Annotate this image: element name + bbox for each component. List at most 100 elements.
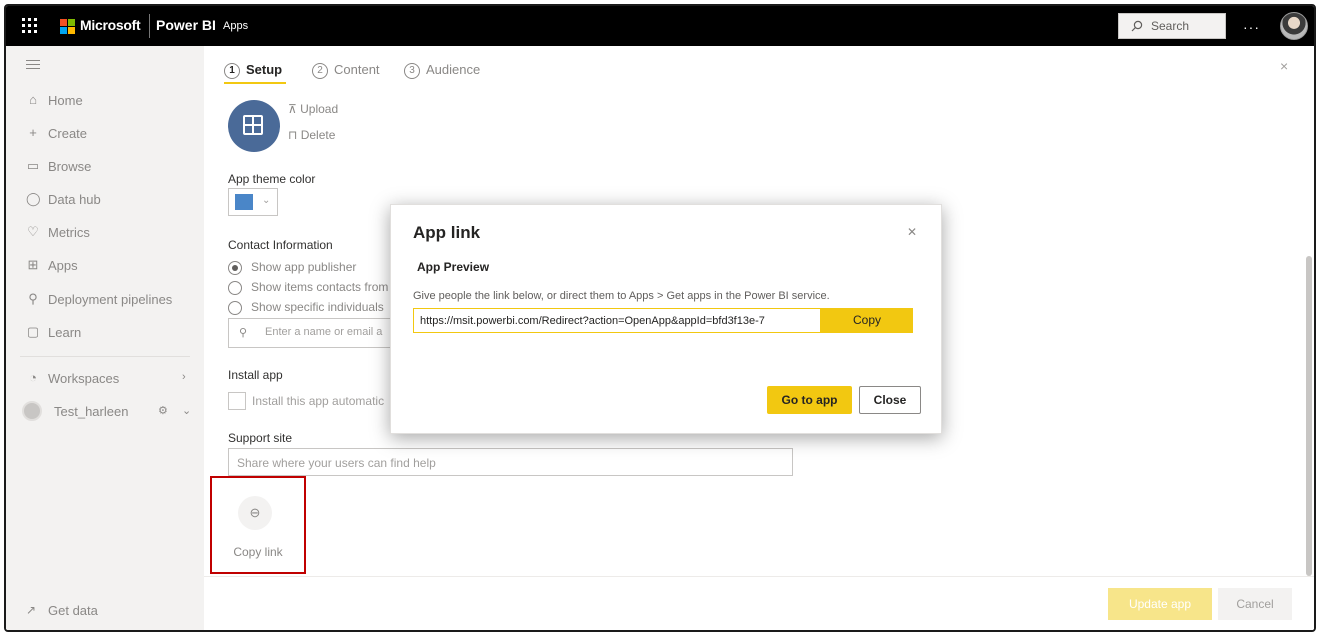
radio-label: Show specific individuals	[251, 300, 384, 314]
footer-divider	[204, 576, 1314, 577]
brand-divider	[149, 14, 150, 38]
dialog-description: Give people the link below, or direct th…	[413, 290, 830, 302]
app-url-field[interactable]: https://msit.powerbi.com/Redirect?action…	[413, 308, 821, 333]
install-checkbox-label: Install this app automatic	[252, 394, 385, 408]
microsoft-logo-icon	[60, 19, 75, 34]
sidebar-item-metrics[interactable]: ♡ Metrics	[6, 218, 204, 248]
user-avatar[interactable]	[1280, 12, 1308, 40]
search-icon	[1131, 20, 1143, 32]
sidebar-item-workspaces[interactable]: ◔ Workspaces ›	[6, 364, 204, 394]
radio-selected	[228, 261, 242, 275]
brand-microsoft[interactable]: Microsoft	[80, 17, 141, 33]
sidebar-item-create[interactable]: + Create	[6, 119, 204, 149]
theme-color-swatch	[235, 194, 253, 210]
radio-unselected	[228, 281, 242, 295]
support-placeholder: Share where your users can find help	[237, 456, 436, 470]
chevron-down-icon: ⌄	[262, 195, 271, 206]
workspace-settings-icon[interactable]: ⚙	[158, 404, 168, 417]
sidebar-item-label: Deployment pipelines	[48, 292, 173, 307]
folder-icon: ▭	[26, 158, 40, 173]
workspace-avatar	[22, 401, 42, 421]
install-app-label: Install app	[228, 368, 283, 382]
app-grid-icon	[243, 115, 263, 135]
apps-icon: ⊞	[27, 257, 39, 272]
sidebar-item-get-data[interactable]: ↗ Get data	[6, 596, 204, 626]
close-icon[interactable]: ×	[1280, 58, 1288, 74]
close-icon[interactable]: ✕	[907, 225, 917, 239]
install-automatically-checkbox[interactable]	[228, 392, 246, 410]
sidebar-item-label: Workspaces	[48, 371, 120, 386]
app-window: Microsoft Power BI Apps Search ··· ⌂ Hom…	[4, 4, 1316, 632]
cancel-button[interactable]: Cancel	[1218, 588, 1292, 620]
radio-unselected	[228, 301, 242, 315]
go-to-app-button[interactable]: Go to app	[767, 386, 852, 414]
trash-icon: ⊓	[288, 128, 301, 142]
tab-content[interactable]: 2 Content	[312, 62, 380, 79]
sidebar-item-label: Test_harleen	[54, 404, 129, 419]
sidebar-item-workspace[interactable]: Test_harleen ⚙ ⌄	[6, 397, 204, 427]
step-label: Audience	[426, 62, 481, 77]
active-tab-indicator	[224, 82, 286, 84]
sidebar-item-label: Home	[48, 93, 83, 108]
sidebar-divider	[20, 356, 190, 357]
rocket-icon: ⚲	[28, 291, 38, 306]
delete-label: Delete	[300, 128, 336, 142]
sidebar-item-browse[interactable]: ▭ Browse	[6, 152, 204, 182]
sidebar-item-apps[interactable]: ⊞ Apps	[6, 251, 204, 281]
sidebar-item-label: Metrics	[48, 225, 90, 240]
contact-info-label: Contact Information	[228, 238, 333, 252]
sidebar: ⌂ Home + Create ▭ Browse ◯ Data hub ♡ Me…	[6, 46, 204, 630]
hamburger-menu-icon[interactable]	[26, 60, 40, 69]
update-app-button[interactable]: Update app	[1108, 588, 1212, 620]
workspaces-icon: ◔	[29, 370, 37, 385]
trophy-icon: ♡	[27, 224, 39, 239]
dialog-title: App link	[413, 223, 481, 242]
copy-button[interactable]: Copy	[821, 308, 913, 333]
radio-label: Show items contacts from	[251, 280, 389, 294]
step-number: 2	[312, 63, 328, 79]
support-site-input[interactable]: Share where your users can find help	[228, 448, 793, 476]
link-icon: ⊖	[238, 496, 272, 530]
breadcrumb-apps[interactable]: Apps	[223, 20, 248, 32]
people-placeholder: Enter a name or email a	[265, 326, 383, 338]
chevron-down-icon[interactable]: ⌄	[182, 404, 191, 417]
support-site-label: Support site	[228, 431, 293, 445]
upload-icon: ⊼	[288, 102, 301, 116]
search-input[interactable]: Search	[1118, 13, 1226, 39]
upload-button[interactable]: ⊼ Upload	[288, 102, 338, 116]
search-placeholder: Search	[1151, 19, 1190, 33]
copy-link-label: Copy link	[233, 545, 283, 559]
step-label: Setup	[246, 62, 283, 77]
plus-icon: +	[29, 125, 37, 140]
tab-setup[interactable]: 1 Setup	[224, 62, 282, 79]
sidebar-item-label: Data hub	[48, 192, 101, 207]
delete-button[interactable]: ⊓ Delete	[288, 128, 335, 142]
sidebar-item-label: Get data	[48, 603, 98, 618]
step-number: 1	[224, 63, 240, 79]
arrow-up-right-icon: ↗	[26, 603, 37, 617]
step-label: Content	[334, 62, 380, 77]
sidebar-item-label: Apps	[48, 258, 78, 273]
sidebar-item-data-hub[interactable]: ◯ Data hub	[6, 185, 204, 215]
sidebar-item-learn[interactable]: ▢ Learn	[6, 318, 204, 348]
brand-power-bi[interactable]: Power BI	[156, 17, 216, 33]
dialog-subtitle: App Preview	[417, 260, 490, 274]
theme-color-label: App theme color	[228, 172, 316, 186]
step-number: 3	[404, 63, 420, 79]
more-options-icon[interactable]: ···	[1243, 19, 1260, 35]
close-button[interactable]: Close	[859, 386, 921, 414]
sidebar-item-label: Create	[48, 126, 88, 141]
book-icon: ▢	[26, 324, 40, 339]
people-search-input[interactable]: ⚲ Enter a name or email a	[228, 318, 398, 348]
tab-audience[interactable]: 3 Audience	[404, 62, 480, 79]
copy-link-highlight[interactable]: ⊖ Copy link	[210, 476, 306, 574]
scrollbar[interactable]	[1306, 256, 1312, 576]
sidebar-item-deployment-pipelines[interactable]: ⚲ Deployment pipelines	[6, 285, 204, 315]
app-logo	[228, 100, 280, 152]
chevron-right-icon: ›	[182, 371, 186, 383]
app-link-dialog: App link ✕ App Preview Give people the l…	[390, 204, 942, 434]
sidebar-item-label: Learn	[48, 325, 82, 340]
waffle-icon[interactable]	[20, 16, 38, 34]
theme-color-picker[interactable]: ⌄	[228, 188, 278, 216]
sidebar-item-home[interactable]: ⌂ Home	[6, 86, 204, 116]
